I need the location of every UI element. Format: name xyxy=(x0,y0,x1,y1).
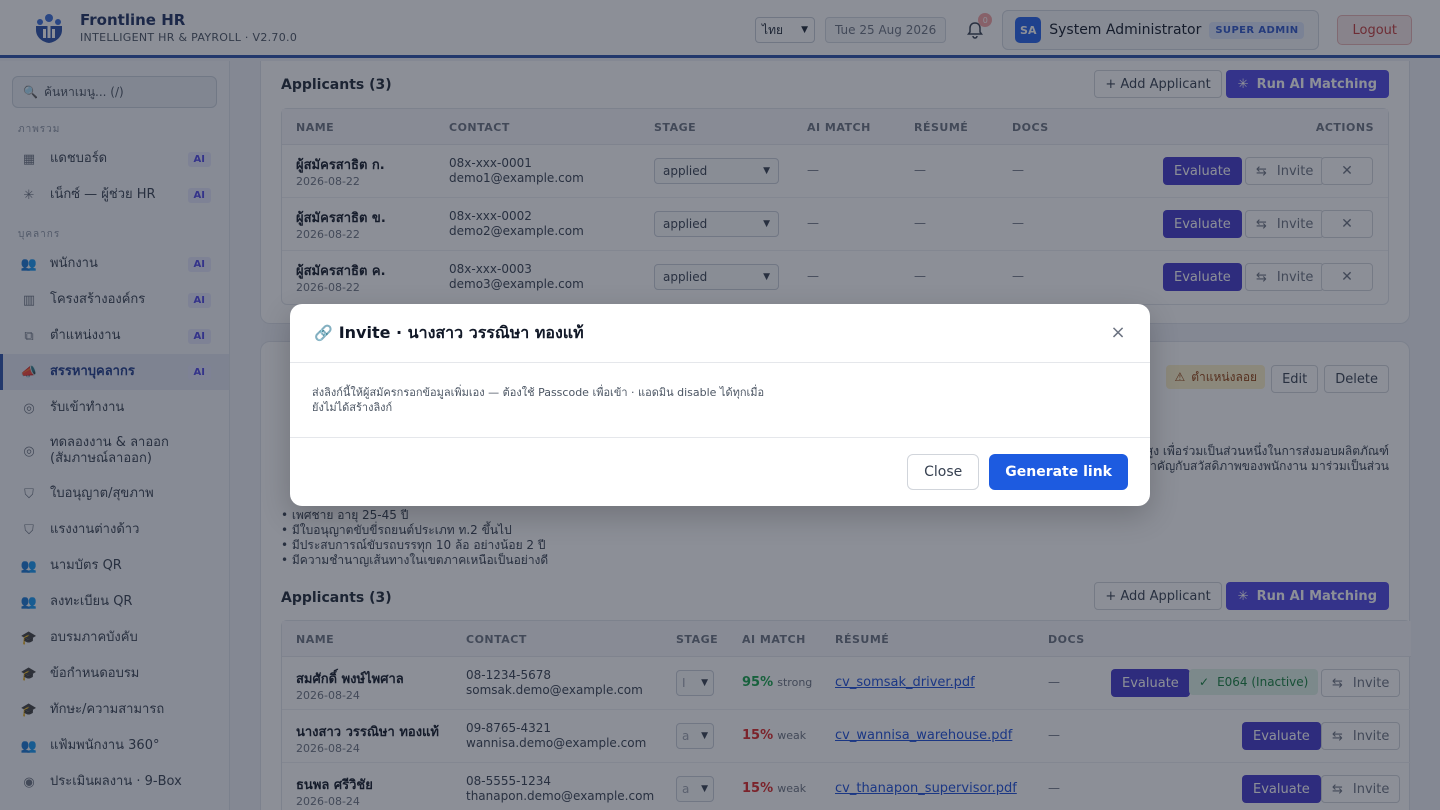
close-button[interactable]: Close xyxy=(907,454,980,490)
modal-body: ส่งลิงก์นี้ให้ผู้สมัครกรอกข้อมูลเพิ่มเอง… xyxy=(290,363,1150,438)
modal-description: ส่งลิงก์นี้ให้ผู้สมัครกรอกข้อมูลเพิ่มเอง… xyxy=(312,386,765,399)
modal-title: Invite · นางสาว วรรณิษา ทองแท้ xyxy=(338,322,584,342)
close-icon[interactable]: × xyxy=(1108,322,1128,343)
link-status: ยังไม่ได้สร้างลิงก์ xyxy=(312,401,393,414)
generate-link-button[interactable]: Generate link xyxy=(989,454,1128,490)
modal-header: 🔗 Invite · นางสาว วรรณิษา ทองแท้ × xyxy=(290,304,1150,363)
invite-modal: 🔗 Invite · นางสาว วรรณิษา ทองแท้ × ส่งลิ… xyxy=(290,304,1150,506)
link-icon: 🔗 xyxy=(314,324,333,342)
